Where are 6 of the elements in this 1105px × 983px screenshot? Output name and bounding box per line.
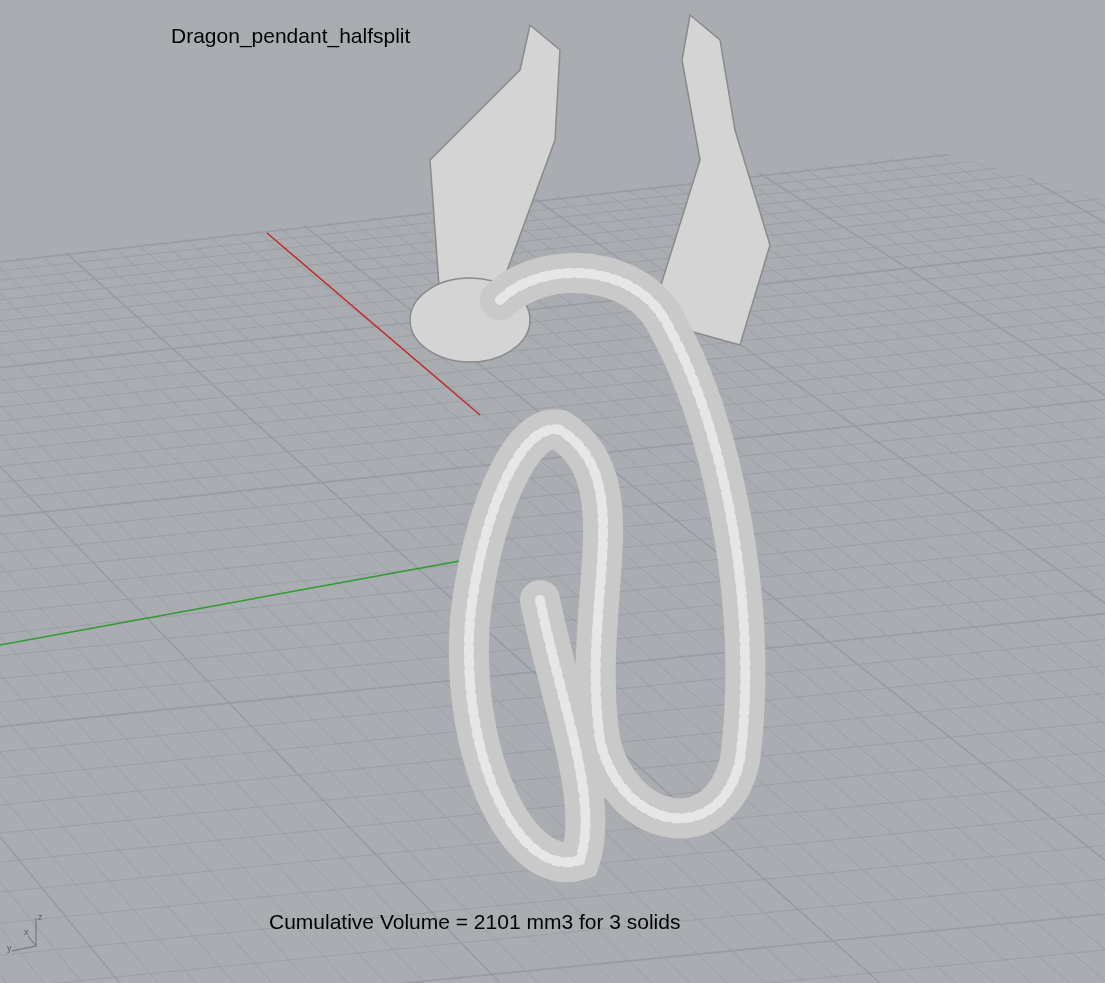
- axis-label: y: [7, 944, 12, 953]
- axis-label: z: [38, 913, 43, 922]
- volume-readout: Cumulative Volume = 2101 mm3 for 3 solids: [269, 910, 681, 934]
- axis-label: x: [24, 928, 29, 937]
- axis-triad-icon: [11, 917, 37, 952]
- object-name-label: Dragon_pendant_halfsplit: [171, 24, 411, 48]
